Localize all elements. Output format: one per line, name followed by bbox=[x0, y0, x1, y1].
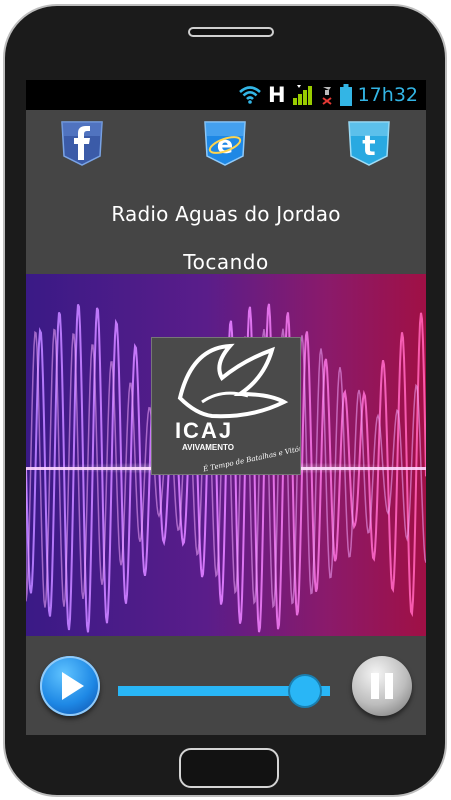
internet-explorer-icon: e bbox=[204, 121, 246, 166]
twitter-button[interactable]: t bbox=[347, 120, 391, 166]
player-controls bbox=[26, 636, 426, 735]
earpiece-speaker bbox=[188, 27, 274, 37]
clock: 17h32 bbox=[357, 84, 418, 106]
volume-thumb[interactable] bbox=[289, 676, 320, 706]
status-bar: H 17h32 bbox=[26, 80, 426, 110]
twitter-icon: t bbox=[348, 121, 390, 166]
station-name: Radio Aguas do Jordao bbox=[111, 202, 341, 226]
logo-secondary-text: AVIVAMENTO bbox=[182, 443, 234, 452]
status-icons: H 17h32 bbox=[238, 83, 418, 107]
home-button[interactable] bbox=[179, 748, 279, 788]
playback-status: Tocando bbox=[183, 250, 269, 274]
station-logo: ICAJ AVIVAMENTO É Tempo de Batalhas e Vi… bbox=[152, 338, 313, 474]
signal-icon bbox=[292, 85, 312, 105]
no-sim-icon bbox=[321, 87, 332, 105]
wifi-icon bbox=[239, 86, 261, 104]
pause-icon bbox=[371, 673, 393, 699]
logo-primary-text: ICAJ bbox=[175, 418, 233, 443]
pause-button[interactable] bbox=[352, 656, 412, 716]
volume-slider[interactable] bbox=[118, 676, 330, 706]
facebook-icon bbox=[61, 121, 103, 166]
facebook-button[interactable] bbox=[60, 120, 104, 166]
svg-text:t: t bbox=[362, 129, 375, 162]
app-screen: H 17h32 e t Radio Aguas do Jordao Tocand… bbox=[26, 80, 426, 735]
internet-explorer-button[interactable]: e bbox=[203, 120, 247, 166]
play-button[interactable] bbox=[40, 656, 100, 716]
svg-text:e: e bbox=[217, 131, 233, 159]
network-type: H bbox=[268, 83, 286, 107]
battery-icon bbox=[339, 84, 352, 106]
play-icon bbox=[62, 672, 84, 700]
